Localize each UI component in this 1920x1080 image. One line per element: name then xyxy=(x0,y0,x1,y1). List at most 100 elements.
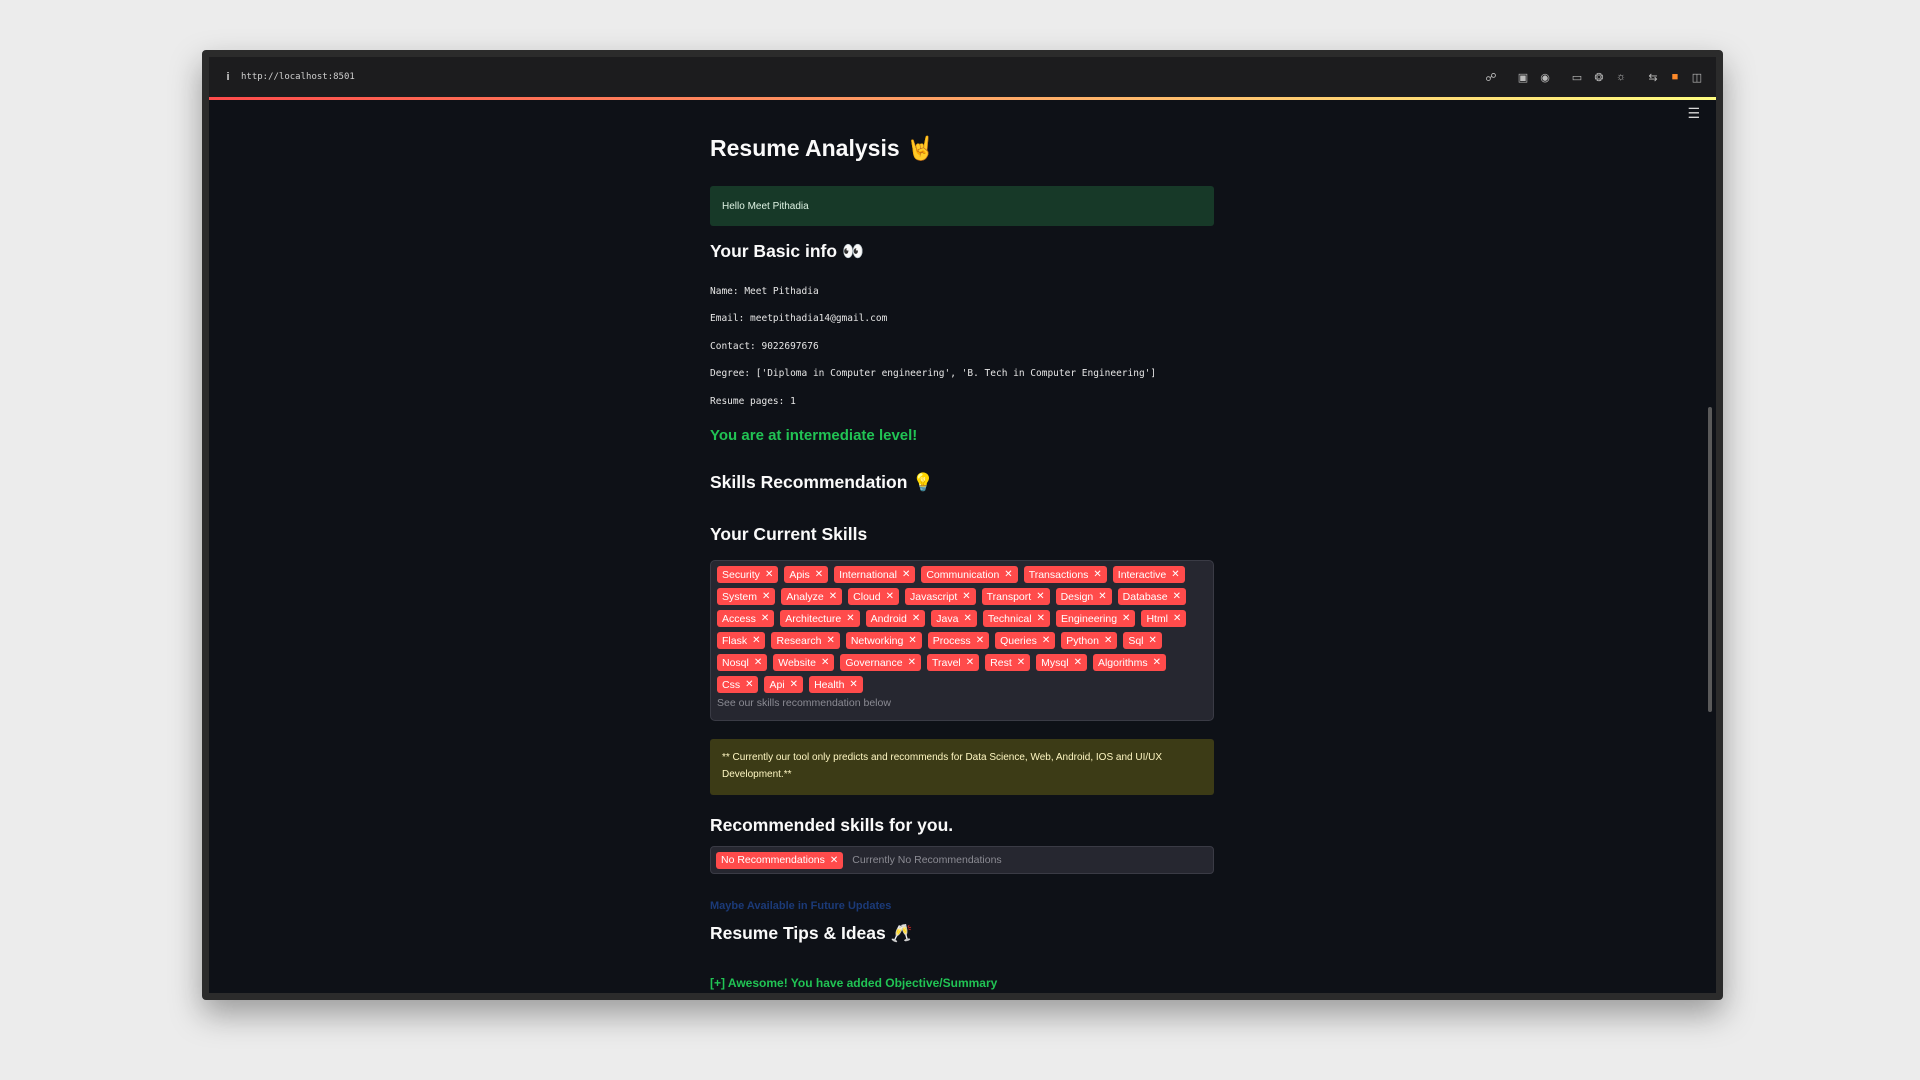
skill-tag[interactable]: Database ✕ xyxy=(1117,588,1186,605)
remove-tag-icon[interactable]: ✕ xyxy=(966,657,974,668)
link-icon[interactable]: ☍ xyxy=(1480,71,1502,84)
sync-icon[interactable]: ⇆ xyxy=(1642,71,1664,84)
remove-tag-icon[interactable]: ✕ xyxy=(1004,569,1012,580)
window-icon[interactable]: ▭ xyxy=(1566,71,1588,84)
skill-tag[interactable]: Python ✕ xyxy=(1061,632,1118,649)
skill-tag[interactable]: Api ✕ xyxy=(764,676,804,693)
skill-tag[interactable]: Mysql ✕ xyxy=(1036,654,1087,671)
remove-tag-icon[interactable]: ✕ xyxy=(1093,569,1101,580)
menu-icon[interactable]: ☰ xyxy=(1687,105,1700,122)
settings-icon[interactable]: ☼ xyxy=(1610,71,1632,83)
remove-tag-icon[interactable]: ✕ xyxy=(962,591,970,602)
skill-tag-label: Flask xyxy=(722,634,748,647)
skill-tag[interactable]: Queries ✕ xyxy=(995,632,1056,649)
remove-tag-icon[interactable]: ✕ xyxy=(1173,591,1181,602)
remove-tag-icon[interactable]: ✕ xyxy=(1104,635,1112,646)
remove-tag-icon[interactable]: ✕ xyxy=(1173,613,1181,624)
extension-icon[interactable]: ■ xyxy=(1664,71,1686,83)
skill-tag[interactable]: Networking ✕ xyxy=(845,632,922,649)
skill-tag[interactable]: Transactions ✕ xyxy=(1023,566,1107,583)
skill-tag[interactable]: Css ✕ xyxy=(717,676,759,693)
remove-tag-icon[interactable]: ✕ xyxy=(754,657,762,668)
skill-tag[interactable]: Java ✕ xyxy=(931,610,977,627)
skill-tag[interactable]: Html ✕ xyxy=(1141,610,1187,627)
remove-tag-icon[interactable]: ✕ xyxy=(846,613,854,624)
recommendation-tag[interactable]: No Recommendations ✕ xyxy=(716,851,844,869)
camera-icon[interactable]: ◉ xyxy=(1534,71,1556,84)
reader-icon[interactable]: ▣ xyxy=(1512,71,1534,84)
scrollbar[interactable] xyxy=(1708,407,1712,712)
remove-tag-icon[interactable]: ✕ xyxy=(912,613,920,624)
current-skills-multiselect[interactable]: Security ✕ Apis ✕ International ✕ Communicatio… xyxy=(710,560,1214,721)
skill-tag[interactable]: Flask ✕ xyxy=(717,632,766,649)
skill-tag[interactable]: Communication ✕ xyxy=(921,566,1018,583)
skills-placeholder[interactable]: See our skills recommendation below xyxy=(717,697,1209,709)
skill-tag-label: Api xyxy=(769,678,785,691)
remove-tag-icon[interactable]: ✕ xyxy=(1098,591,1106,602)
skill-tag-label: Networking xyxy=(850,634,904,647)
skill-tag[interactable]: Transport ✕ xyxy=(981,588,1050,605)
skill-tag[interactable]: Nosql ✕ xyxy=(717,654,768,671)
recommendations-placeholder[interactable]: Currently No Recommendations xyxy=(852,854,1001,866)
skill-tag[interactable]: Access ✕ xyxy=(717,610,775,627)
skill-tag[interactable]: Process ✕ xyxy=(927,632,990,649)
skill-tag[interactable]: Cloud ✕ xyxy=(848,588,899,605)
recommended-skills-multiselect[interactable]: No Recommendations ✕ Currently No Recomme… xyxy=(710,846,1214,874)
remove-tag-icon[interactable]: ✕ xyxy=(1036,591,1044,602)
remove-tag-icon[interactable]: ✕ xyxy=(752,635,760,646)
skill-tag[interactable]: Governance ✕ xyxy=(840,654,921,671)
remove-tag-icon[interactable]: ✕ xyxy=(1122,613,1130,624)
skill-tag[interactable]: Apis ✕ xyxy=(784,566,829,583)
remove-tag-icon[interactable]: ✕ xyxy=(762,591,770,602)
skill-tag[interactable]: Javascript ✕ xyxy=(904,588,976,605)
skill-tag[interactable]: Architecture ✕ xyxy=(780,610,860,627)
remove-tag-icon[interactable]: ✕ xyxy=(761,613,769,624)
remove-tag-icon[interactable]: ✕ xyxy=(1074,657,1082,668)
skill-tag-label: Android xyxy=(870,612,907,625)
remove-tag-icon[interactable]: ✕ xyxy=(1171,569,1179,580)
remove-tag-icon[interactable]: ✕ xyxy=(976,635,984,646)
remove-tag-icon[interactable]: ✕ xyxy=(815,569,823,580)
remove-tag-icon[interactable]: ✕ xyxy=(849,679,857,690)
remove-tag-icon[interactable]: ✕ xyxy=(765,569,773,580)
sidebar-icon[interactable]: ◫ xyxy=(1686,71,1708,84)
info-icon[interactable]: i xyxy=(223,71,233,83)
skill-tag[interactable]: Health ✕ xyxy=(809,676,863,693)
remove-tag-icon[interactable]: ✕ xyxy=(1042,635,1050,646)
remove-tag-icon[interactable]: ✕ xyxy=(745,679,753,690)
remove-tag-icon[interactable]: ✕ xyxy=(829,591,837,602)
remove-tag-icon[interactable]: ✕ xyxy=(902,569,910,580)
remove-tag-icon[interactable]: ✕ xyxy=(908,657,916,668)
name-text: Name: Meet Pithadia xyxy=(710,286,819,297)
globe-icon[interactable]: ❂ xyxy=(1588,71,1610,84)
remove-tag-icon[interactable]: ✕ xyxy=(1037,613,1045,624)
remove-tag-icon[interactable]: ✕ xyxy=(908,635,916,646)
skill-tag-label: Transactions xyxy=(1028,568,1089,581)
skill-tag-label: System xyxy=(722,590,758,603)
skill-tag[interactable]: Technical ✕ xyxy=(982,610,1050,627)
skill-tag[interactable]: Security ✕ xyxy=(717,566,779,583)
skill-tag[interactable]: International ✕ xyxy=(834,566,916,583)
remove-tag-icon[interactable]: ✕ xyxy=(1149,635,1157,646)
skill-tag[interactable]: Rest ✕ xyxy=(985,654,1031,671)
skill-tag[interactable]: Android ✕ xyxy=(865,610,926,627)
remove-tag-icon[interactable]: ✕ xyxy=(1017,657,1025,668)
skill-tag[interactable]: Analyze ✕ xyxy=(781,588,843,605)
remove-tag-icon[interactable]: ✕ xyxy=(886,591,894,602)
skill-tag[interactable]: Travel ✕ xyxy=(926,654,980,671)
skill-tag[interactable]: System ✕ xyxy=(717,588,776,605)
address-bar[interactable]: http://localhost:8501 xyxy=(241,72,355,82)
skill-tag[interactable]: Website ✕ xyxy=(773,654,835,671)
skill-tag[interactable]: Algorithms ✕ xyxy=(1092,654,1166,671)
remove-tag-icon[interactable]: ✕ xyxy=(830,855,838,866)
remove-tag-icon[interactable]: ✕ xyxy=(821,657,829,668)
remove-tag-icon[interactable]: ✕ xyxy=(963,613,971,624)
skill-tag[interactable]: Sql ✕ xyxy=(1123,632,1162,649)
skill-tag[interactable]: Engineering ✕ xyxy=(1056,610,1136,627)
skill-tag[interactable]: Research ✕ xyxy=(771,632,840,649)
remove-tag-icon[interactable]: ✕ xyxy=(826,635,834,646)
remove-tag-icon[interactable]: ✕ xyxy=(1153,657,1161,668)
remove-tag-icon[interactable]: ✕ xyxy=(790,679,798,690)
skill-tag[interactable]: Design ✕ xyxy=(1055,588,1112,605)
skill-tag[interactable]: Interactive ✕ xyxy=(1112,566,1185,583)
